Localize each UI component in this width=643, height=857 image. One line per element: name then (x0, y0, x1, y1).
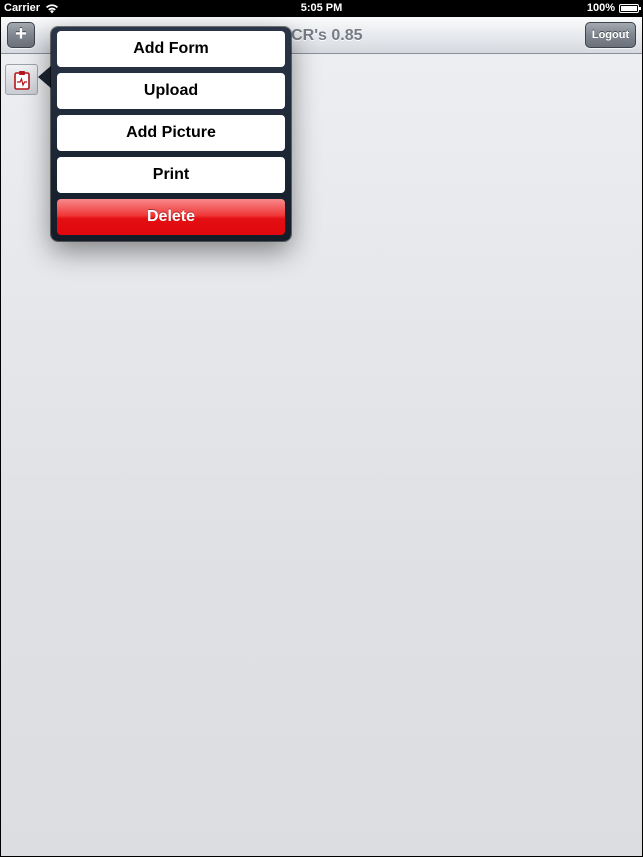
clipboard-icon (14, 71, 30, 90)
clipboard-button[interactable] (5, 64, 38, 95)
upload-button[interactable]: Upload (57, 73, 285, 109)
popover-arrow (38, 65, 52, 89)
delete-button[interactable]: Delete (57, 199, 285, 235)
add-form-button[interactable]: Add Form (57, 31, 285, 67)
battery-icon (619, 4, 641, 13)
add-button[interactable]: + (7, 22, 35, 48)
status-bar: Carrier 5:05 PM 100% (0, 0, 643, 17)
status-battery-group: 100% (586, 0, 641, 17)
status-time: 5:05 PM (300, 2, 343, 14)
action-popover: Add Form Upload Add Picture Print Delete (51, 27, 291, 241)
add-picture-button[interactable]: Add Picture (57, 115, 285, 151)
battery-percent: 100% (586, 2, 615, 14)
print-button[interactable]: Print (57, 157, 285, 193)
ipad-screen: Carrier 5:05 PM 100% PCR's 0.85 + Logout (0, 0, 643, 857)
logout-button[interactable]: Logout (585, 22, 636, 48)
